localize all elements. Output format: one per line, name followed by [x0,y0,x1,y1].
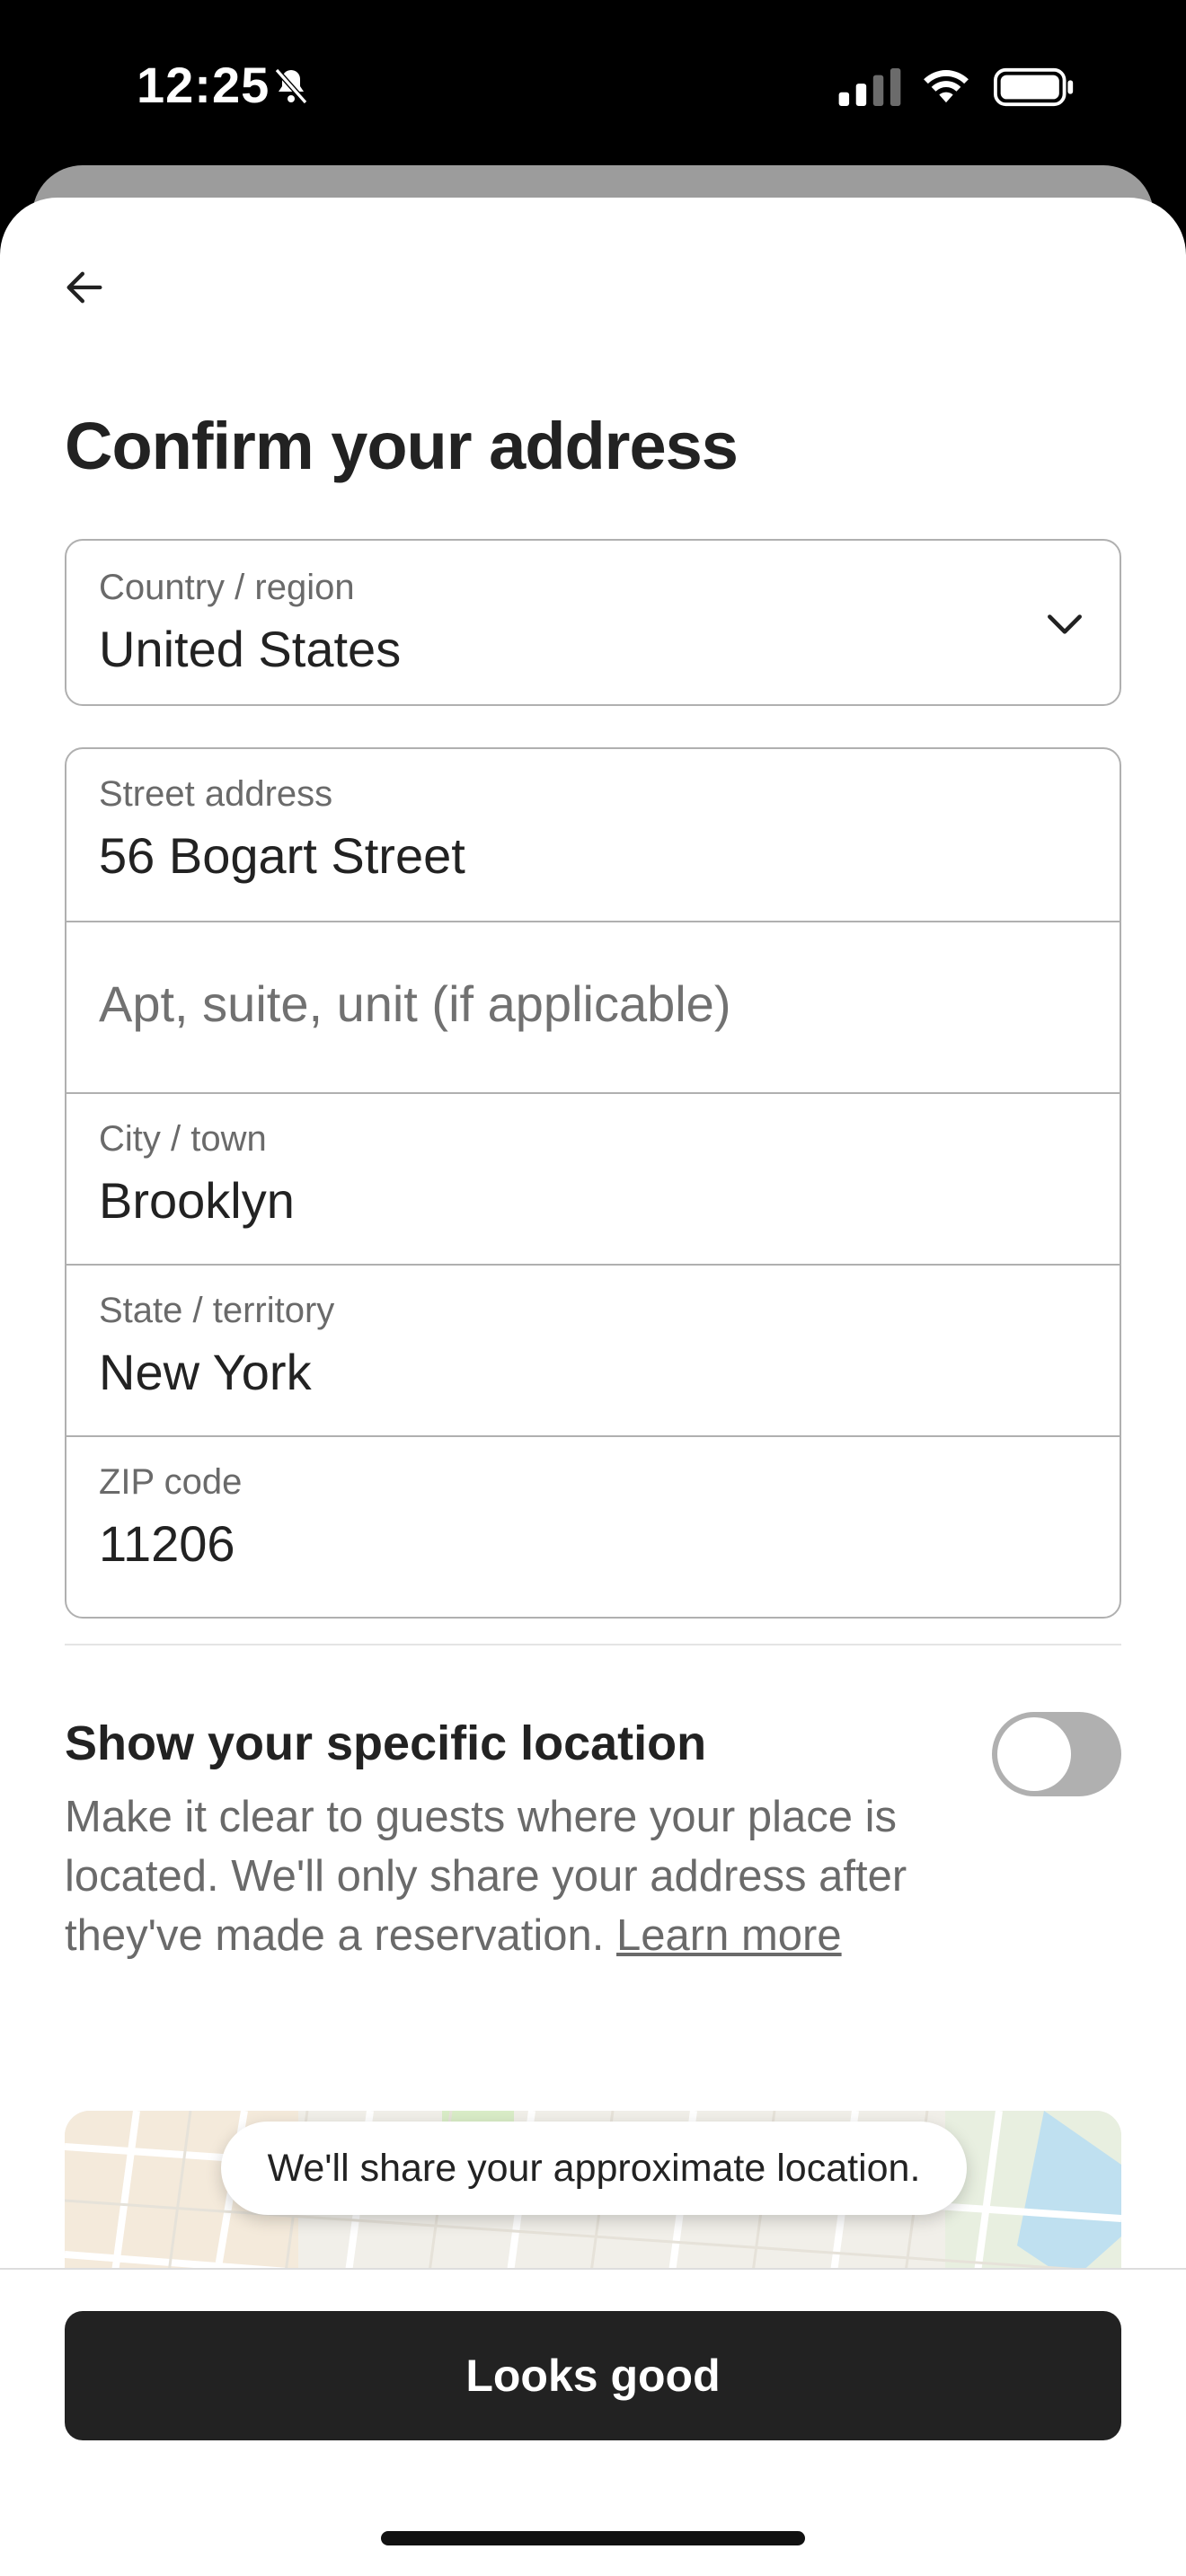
section-divider [65,1644,1121,1645]
footer-bar: Looks good [0,2268,1186,2576]
country-region-select[interactable]: Country / region United States [65,539,1121,706]
home-indicator [381,2531,805,2545]
state-territory-field[interactable]: State / territory New York [66,1264,1120,1435]
zip-code-label: ZIP code [99,1462,243,1502]
toggle-knob [997,1717,1071,1791]
state-territory-value: New York [99,1344,312,1400]
address-fields: Street address 56 Bogart Street Apt, sui… [65,747,1121,1619]
city-town-label: City / town [99,1119,267,1159]
specific-location-toggle[interactable] [992,1712,1121,1796]
street-address-field[interactable]: Street address 56 Bogart Street [66,749,1120,921]
status-bar: 12:25 [0,0,1186,171]
city-town-value: Brooklyn [99,1172,295,1229]
battery-icon [994,67,1074,107]
country-region-label: Country / region [99,568,355,607]
looks-good-button[interactable]: Looks good [65,2311,1121,2440]
chevron-down-icon [1048,614,1082,634]
city-town-field[interactable]: City / town Brooklyn [66,1092,1120,1264]
wifi-icon [924,70,969,103]
cellular-signal-icon [838,68,901,106]
country-region-value: United States [99,621,402,677]
zip-code-value: 11206 [99,1515,235,1572]
page-title: Confirm your address [65,409,739,483]
bell-slash-icon [274,68,308,104]
learn-more-link[interactable]: Learn more [616,1911,842,1960]
specific-location-description: Make it clear to guests where your place… [65,1787,945,1965]
street-address-label: Street address [99,774,333,814]
status-time: 12:25 [137,57,270,113]
apt-suite-placeholder: Apt, suite, unit (if applicable) [99,975,731,1032]
map-tooltip: We'll share your approximate location. [221,2122,967,2215]
specific-location-title: Show your specific location [65,1716,707,1770]
state-territory-label: State / territory [99,1291,335,1330]
zip-code-field[interactable]: ZIP code 11206 [66,1435,1120,1607]
arrow-left-icon [66,271,102,304]
apt-suite-field[interactable]: Apt, suite, unit (if applicable) [66,921,1120,1092]
street-address-value: 56 Bogart Street [99,827,465,884]
address-sheet: Confirm your address Country / region Un… [0,198,1186,2576]
back-button[interactable] [56,259,113,316]
